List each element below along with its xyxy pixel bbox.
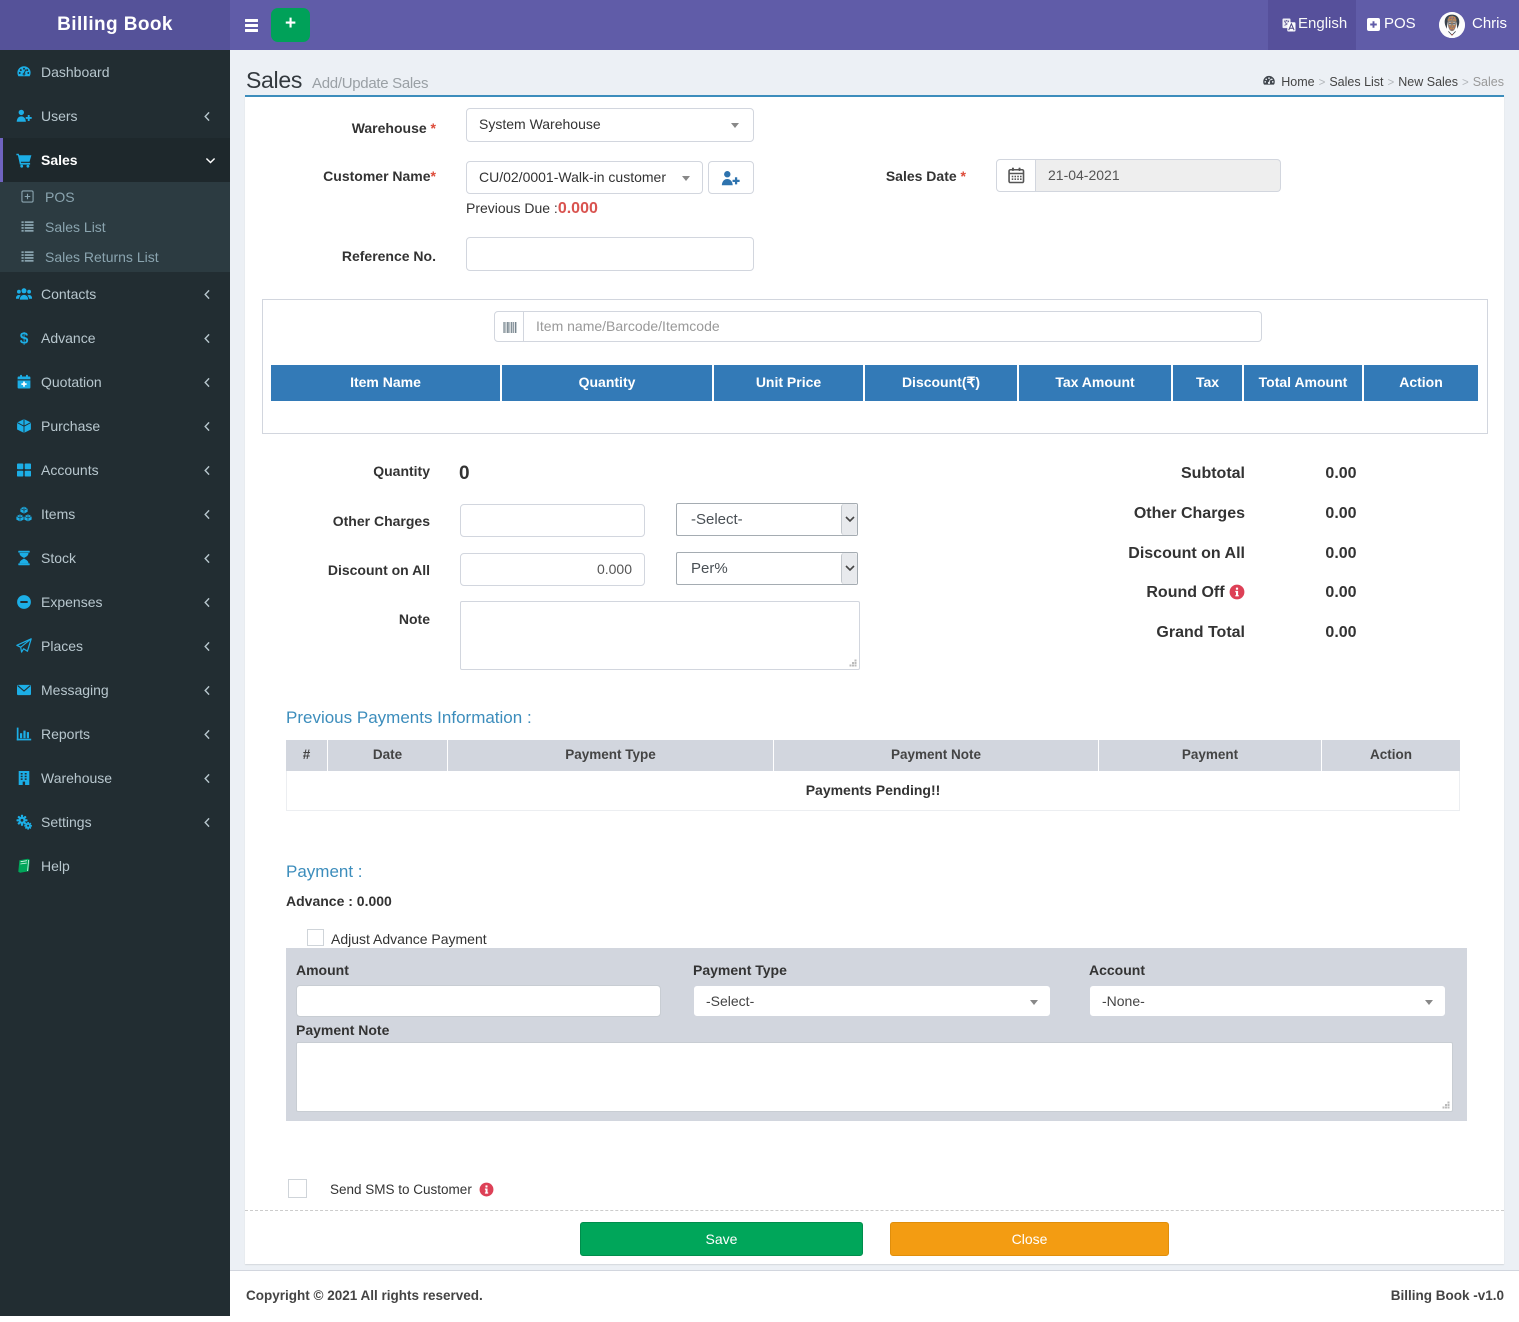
svg-text:$: $	[20, 330, 29, 346]
